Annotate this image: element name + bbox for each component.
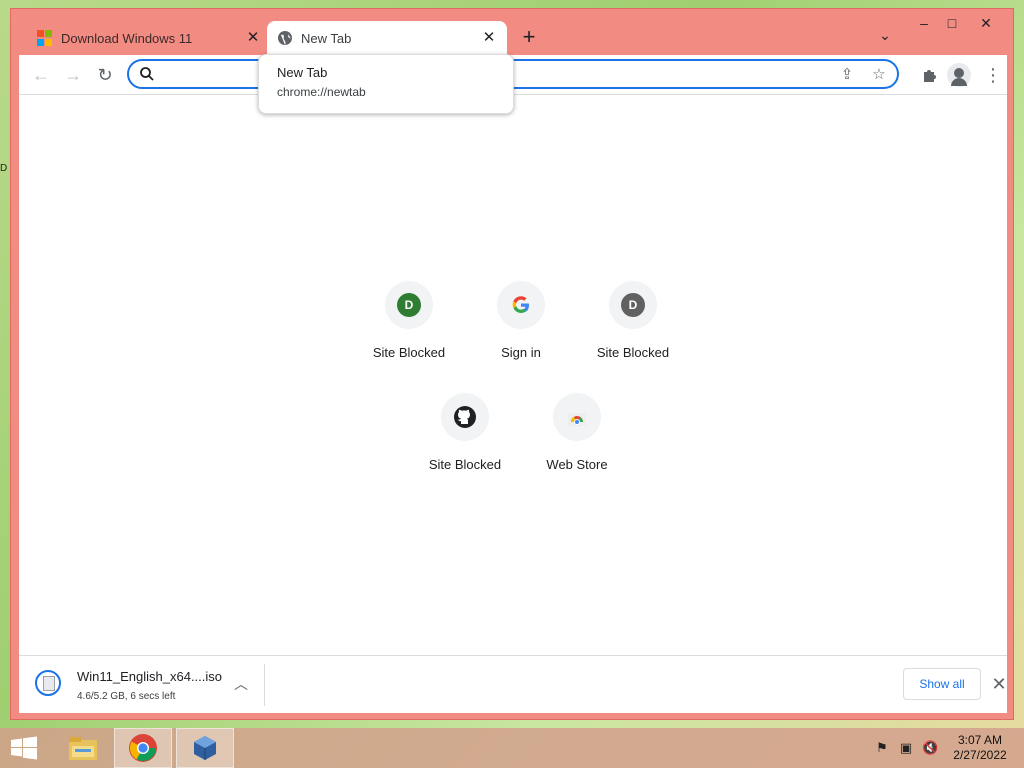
menu-kebab-icon[interactable]: ⋮ [981,63,1005,87]
chevron-up-icon[interactable]: ︿ [231,674,251,694]
hover-card-url: chrome://newtab [277,85,366,99]
search-icon [139,66,155,82]
shortcut-label: Web Store [546,457,608,472]
show-all-button[interactable]: Show all [903,668,981,700]
forward-arrow-icon[interactable]: → [61,63,85,87]
new-tab-button[interactable]: + [517,25,541,49]
volume-muted-icon[interactable]: 🔇 [922,740,938,756]
shortcut-label: Site Blocked [596,345,670,360]
shortcut-icon-container [441,393,489,441]
divider [264,664,265,706]
download-shelf: Win11_English_x64....iso 4.6/5.2 GB, 6 s… [19,655,1007,713]
tab-close-icon[interactable]: ✕ [245,30,261,46]
tab-close-icon[interactable]: ✕ [481,30,497,46]
system-clock[interactable]: 3:07 AM 2/27/2022 [950,733,1010,763]
action-center-flag-icon[interactable]: ⚑ [874,740,890,756]
virtualbox-icon[interactable] [176,728,234,768]
shortcut-tile[interactable]: Site Blocked [409,377,521,489]
network-icon[interactable]: ▣ [898,740,914,756]
file-download-icon[interactable] [35,670,61,696]
tab-search-chevron-icon[interactable]: ⌄ [875,27,895,47]
maximize-button[interactable]: □ [937,13,967,33]
shortcut-tile[interactable]: D Site Blocked [577,265,689,377]
shortcut-icon-container: D [385,281,433,329]
extensions-puzzle-icon[interactable] [917,63,941,87]
shortcut-tile[interactable]: Web Store [521,377,633,489]
share-icon[interactable]: ⇪ [837,65,857,85]
shortcut-label: Site Blocked [428,457,502,472]
microsoft-logo-icon [37,30,53,46]
github-icon [454,406,476,428]
bookmark-star-icon[interactable]: ☆ [869,65,889,85]
hover-card-title: New Tab [277,65,328,80]
shortcut-icon-container [497,281,545,329]
chrome-web-store-icon [568,413,586,426]
profile-avatar-icon[interactable] [947,63,971,87]
new-tab-page: D Site Blocked Sign in D Site Blocked Si… [19,95,1007,655]
download-status: 4.6/5.2 GB, 6 secs left [77,691,176,702]
shortcut-icon-container: D [609,281,657,329]
close-shelf-icon[interactable]: ✕ [989,674,1009,694]
tab-strip: Download Windows 11 ✕ New Tab ✕ + ⌄ – □ … [11,9,1013,55]
tab-hover-card: New Tab chrome://newtab [258,54,514,114]
windows-start-icon[interactable] [0,728,48,768]
download-filename[interactable]: Win11_English_x64....iso [77,669,222,684]
shortcut-label: Site Blocked [372,345,446,360]
tab-new-tab[interactable]: New Tab ✕ [267,21,507,55]
shortcut-icon-container [553,393,601,441]
shortcut-label: Sign in [501,345,541,360]
tab-title: New Tab [301,30,352,46]
reload-icon[interactable]: ↻ [93,63,117,87]
letter-d-icon: D [397,293,421,317]
close-window-button[interactable]: ✕ [971,13,1001,33]
tab-download-windows-11[interactable]: Download Windows 11 ✕ [27,21,271,55]
shortcut-tile[interactable]: Sign in [465,265,577,377]
clock-time: 3:07 AM [957,733,1003,747]
file-explorer-icon[interactable] [54,728,112,768]
back-arrow-icon[interactable]: ← [29,63,53,87]
shortcut-tile[interactable]: D Site Blocked [353,265,465,377]
google-g-icon [512,296,529,313]
desktop-edge-text: D [0,163,8,174]
tab-title: Download Windows 11 [61,30,193,46]
minimize-button[interactable]: – [909,13,939,33]
clock-date: 2/27/2022 [953,748,1007,762]
letter-d-icon: D [621,293,645,317]
globe-icon [277,30,293,46]
chrome-taskbar-icon[interactable] [114,728,172,768]
browser-window: Download Windows 11 ✕ New Tab ✕ + ⌄ – □ … [10,8,1014,720]
taskbar: ⚑ ▣ 🔇 3:07 AM 2/27/2022 [0,728,1024,768]
